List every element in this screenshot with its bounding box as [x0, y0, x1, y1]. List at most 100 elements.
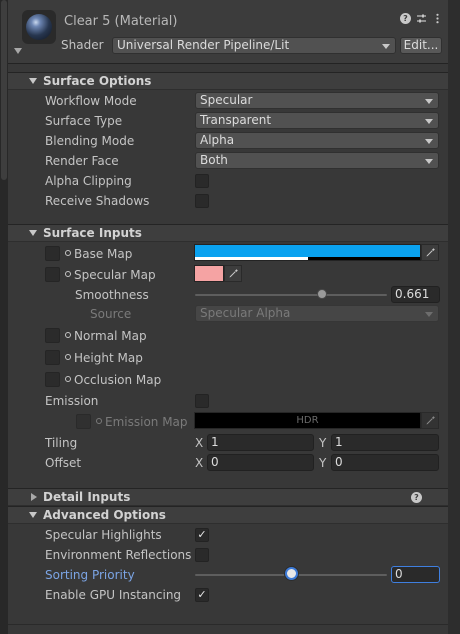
edit-shader-button[interactable]: Edit... [400, 37, 442, 54]
foldout-expanded-icon [29, 230, 37, 236]
offset-y-field[interactable]: 0 [331, 454, 439, 471]
tiling-x-label: X [195, 436, 204, 450]
object-picker-icon[interactable] [65, 271, 71, 277]
material-inspector: Clear 5 (Material) ? Shader Universal Re… [8, 0, 448, 634]
section-advanced-options[interactable]: Advanced Options [8, 506, 448, 524]
height-map-label: Height Map [74, 351, 143, 365]
offset-y-label: Y [319, 456, 327, 470]
gpu-instancing-label: Enable GPU Instancing [45, 588, 182, 602]
preview-sphere [26, 14, 52, 40]
base-map-texture-slot[interactable] [45, 246, 60, 261]
sorting-priority-slider-thumb[interactable] [285, 567, 298, 580]
environment-reflections-label: Environment Reflections [45, 548, 192, 562]
blending-mode-value: Alpha [200, 133, 235, 147]
object-picker-icon[interactable] [65, 332, 71, 338]
section-title: Surface Options [43, 74, 152, 88]
preset-icon[interactable] [416, 13, 427, 24]
object-picker-icon[interactable] [65, 250, 71, 256]
object-picker-icon[interactable] [96, 418, 102, 424]
section-surface-inputs[interactable]: Surface Inputs [8, 224, 448, 242]
render-face-label: Render Face [45, 154, 119, 168]
shader-dropdown-value: Universal Render Pipeline/Lit [117, 38, 290, 52]
foldout-collapsed-icon [31, 493, 37, 501]
emission-label: Emission [45, 394, 99, 408]
normal-map-texture-slot[interactable] [45, 328, 60, 343]
gpu-instancing-checkbox[interactable]: ✓ [195, 588, 209, 602]
chevron-down-icon [425, 139, 433, 144]
source-label: Source [90, 307, 132, 321]
normal-map-label: Normal Map [74, 329, 147, 343]
sorting-priority-value-field[interactable]: 0 [391, 566, 440, 583]
right-scroll-strip[interactable] [448, 0, 460, 634]
alpha-clipping-label: Alpha Clipping [45, 174, 132, 188]
tiling-y-field[interactable]: 1 [331, 434, 439, 451]
eyedropper-button[interactable] [421, 244, 439, 261]
section-surface-options[interactable]: Surface Options [8, 72, 448, 90]
material-header: Clear 5 (Material) ? Shader Universal Re… [8, 0, 448, 64]
workflow-mode-label: Workflow Mode [45, 94, 137, 108]
smoothness-slider-thumb[interactable] [316, 289, 327, 299]
header-icons: ? [400, 13, 443, 24]
chevron-down-icon [425, 99, 433, 104]
blending-mode-dropdown[interactable]: Alpha [195, 132, 439, 149]
offset-x-field[interactable]: 0 [207, 454, 314, 471]
smoothness-slider-track[interactable] [195, 294, 387, 296]
eyedropper-icon [426, 248, 435, 257]
help-icon[interactable]: ? [400, 13, 411, 24]
offset-x-label: X [195, 456, 204, 470]
specular-color-field[interactable] [194, 265, 224, 282]
left-scroll-strip [0, 0, 8, 634]
smoothness-value-field[interactable]: 0.661 [391, 286, 440, 303]
material-preview [22, 10, 56, 44]
emission-hdr-color-field[interactable]: HDR [194, 412, 421, 429]
surface-type-dropdown[interactable]: Transparent [195, 112, 439, 129]
occlusion-map-label: Occlusion Map [74, 373, 162, 387]
specular-highlights-checkbox[interactable]: ✓ [195, 528, 209, 542]
eyedropper-icon [229, 269, 238, 278]
specular-map-texture-slot[interactable] [45, 267, 60, 282]
eyedropper-button[interactable] [421, 412, 439, 429]
shader-dropdown[interactable]: Universal Render Pipeline/Lit [112, 37, 396, 54]
smoothness-label: Smoothness [75, 288, 149, 302]
bottom-divider [8, 624, 448, 625]
sorting-priority-label: Sorting Priority [45, 568, 135, 582]
receive-shadows-label: Receive Shadows [45, 194, 150, 208]
offset-label: Offset [45, 456, 82, 470]
height-map-texture-slot[interactable] [45, 350, 60, 365]
section-title: Surface Inputs [43, 226, 142, 240]
base-map-label: Base Map [74, 247, 133, 261]
foldout-expanded-icon [29, 512, 37, 518]
tiling-label: Tiling [45, 436, 78, 450]
chevron-down-icon [425, 159, 433, 164]
object-picker-icon[interactable] [65, 354, 71, 360]
inspector-root: Clear 5 (Material) ? Shader Universal Re… [0, 0, 460, 634]
blending-mode-label: Blending Mode [45, 134, 135, 148]
specular-highlights-label: Specular Highlights [45, 528, 162, 542]
emission-map-label: Emission Map [105, 415, 188, 429]
header-foldout-arrow-icon[interactable] [14, 48, 22, 54]
alpha-bar-remainder [307, 257, 420, 260]
tiling-y-label: Y [319, 436, 327, 450]
source-dropdown[interactable]: Specular Alpha [195, 305, 439, 322]
chevron-down-icon [425, 119, 433, 124]
emission-map-texture-slot[interactable] [76, 414, 91, 429]
specular-map-label: Specular Map [74, 268, 156, 282]
eyedropper-button[interactable] [224, 265, 242, 282]
occlusion-map-texture-slot[interactable] [45, 372, 60, 387]
workflow-mode-dropdown[interactable]: Specular [195, 92, 439, 109]
emission-checkbox[interactable] [195, 394, 209, 408]
tiling-x-field[interactable]: 1 [207, 434, 314, 451]
surface-type-label: Surface Type [45, 114, 123, 128]
render-face-dropdown[interactable]: Both [195, 152, 439, 169]
workflow-mode-value: Specular [200, 93, 253, 107]
base-map-color-field[interactable] [194, 244, 421, 261]
help-icon[interactable]: ? [411, 492, 422, 503]
left-scroll-thumb[interactable] [1, 0, 7, 180]
alpha-clipping-checkbox[interactable] [195, 174, 209, 188]
section-detail-inputs[interactable]: Detail Inputs ? [8, 488, 448, 506]
section-title: Advanced Options [43, 508, 166, 522]
kebab-menu-icon[interactable] [432, 13, 443, 24]
object-picker-icon[interactable] [65, 376, 71, 382]
environment-reflections-checkbox[interactable] [195, 548, 209, 562]
receive-shadows-checkbox[interactable] [195, 194, 209, 208]
